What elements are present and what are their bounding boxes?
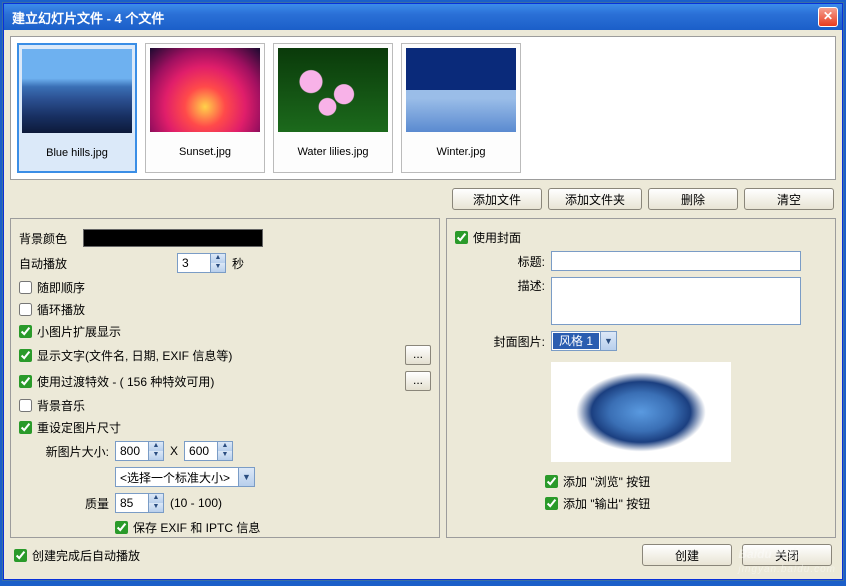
autoplay-unit: 秒 xyxy=(232,255,244,272)
new-size-label: 新图片大小: xyxy=(39,443,109,460)
size-x-label: X xyxy=(170,444,178,458)
size-preset-select[interactable]: <选择一个标准大小> ▼ xyxy=(115,467,255,487)
height-spinner[interactable]: ▲▼ xyxy=(184,441,233,461)
resize-checkbox[interactable]: 重设定图片尺寸 xyxy=(19,419,431,436)
width-spinner[interactable]: ▲▼ xyxy=(115,441,164,461)
transitions-checkbox[interactable]: 使用过渡特效 - ( 156 种特效可用) xyxy=(19,373,214,390)
thumbnail-item[interactable]: Water lilies.jpg xyxy=(273,43,393,173)
spin-down-icon[interactable]: ▼ xyxy=(211,263,225,272)
titlebar: 建立幻灯片文件 - 4 个文件 ✕ xyxy=(4,4,842,30)
use-cover-checkbox[interactable]: 使用封面 xyxy=(455,229,827,246)
loop-checkbox[interactable]: 循环播放 xyxy=(19,301,431,318)
transitions-more-button[interactable]: ... xyxy=(405,371,431,391)
title-input[interactable] xyxy=(551,251,801,271)
thumbnail-item[interactable]: Sunset.jpg xyxy=(145,43,265,173)
show-text-checkbox[interactable]: 显示文字(文件名, 日期, EXIF 信息等) xyxy=(19,347,232,364)
bg-color-picker[interactable] xyxy=(83,229,263,247)
cover-panel: 使用封面 标题: 描述: 封面图片: 风格 1 ▼ xyxy=(446,218,836,538)
bg-music-checkbox[interactable]: 背景音乐 xyxy=(19,397,431,414)
autoplay-label: 自动播放 xyxy=(19,255,77,272)
thumbnail-label: Blue hills.jpg xyxy=(46,139,108,159)
spin-up-icon[interactable]: ▲ xyxy=(211,254,225,263)
settings-panel-left: 背景颜色 自动播放 ▲▼ 秒 随即顺序 循环播放 小图片扩展显示 显示文字(文 xyxy=(10,218,440,538)
bg-color-label: 背景颜色 xyxy=(19,230,77,247)
thumbnail-image xyxy=(278,48,388,132)
enlarge-small-checkbox[interactable]: 小图片扩展显示 xyxy=(19,323,431,340)
thumbnail-label: Winter.jpg xyxy=(437,138,486,158)
add-browse-checkbox[interactable]: 添加 "浏览" 按钮 xyxy=(545,473,827,490)
autoplay-seconds-spinner[interactable]: ▲▼ xyxy=(177,253,226,273)
thumbnail-item[interactable]: Winter.jpg xyxy=(401,43,521,173)
autoplay-after-create-checkbox[interactable]: 创建完成后自动播放 xyxy=(14,547,632,564)
cover-preview xyxy=(531,357,751,467)
cover-style-select[interactable]: 风格 1 ▼ xyxy=(551,331,617,351)
close-icon[interactable]: ✕ xyxy=(818,7,838,27)
thumbnail-image xyxy=(406,48,516,132)
add-file-button[interactable]: 添加文件 xyxy=(452,188,542,210)
thumbnail-strip: Blue hills.jpg Sunset.jpg Water lilies.j… xyxy=(10,36,836,180)
window-title: 建立幻灯片文件 - 4 个文件 xyxy=(8,8,818,27)
desc-label: 描述: xyxy=(455,277,545,294)
cover-image-label: 封面图片: xyxy=(455,333,545,350)
add-export-checkbox[interactable]: 添加 "输出" 按钮 xyxy=(545,495,827,512)
random-order-checkbox[interactable]: 随即顺序 xyxy=(19,279,431,296)
thumbnail-item[interactable]: Blue hills.jpg xyxy=(17,43,137,173)
title-label: 标题: xyxy=(455,253,545,270)
show-text-more-button[interactable]: ... xyxy=(405,345,431,365)
thumbnail-label: Sunset.jpg xyxy=(179,138,231,158)
cover-preview-image xyxy=(551,362,731,462)
chevron-down-icon[interactable]: ▼ xyxy=(600,332,616,350)
thumbnail-label: Water lilies.jpg xyxy=(297,138,368,158)
quality-label: 质量 xyxy=(39,495,109,512)
thumbnail-image xyxy=(22,49,132,133)
autoplay-seconds-input[interactable] xyxy=(178,254,210,272)
preserve-exif-checkbox[interactable]: 保存 EXIF 和 IPTC 信息 xyxy=(115,519,260,536)
close-button[interactable]: 关闭 xyxy=(742,544,832,566)
desc-textarea[interactable] xyxy=(551,277,801,325)
add-folder-button[interactable]: 添加文件夹 xyxy=(548,188,642,210)
create-button[interactable]: 创建 xyxy=(642,544,732,566)
quality-spinner[interactable]: ▲▼ xyxy=(115,493,164,513)
thumbnail-image xyxy=(150,48,260,132)
chevron-down-icon[interactable]: ▼ xyxy=(238,468,254,486)
clear-button[interactable]: 清空 xyxy=(744,188,834,210)
delete-button[interactable]: 删除 xyxy=(648,188,738,210)
quality-range: (10 - 100) xyxy=(170,496,222,510)
